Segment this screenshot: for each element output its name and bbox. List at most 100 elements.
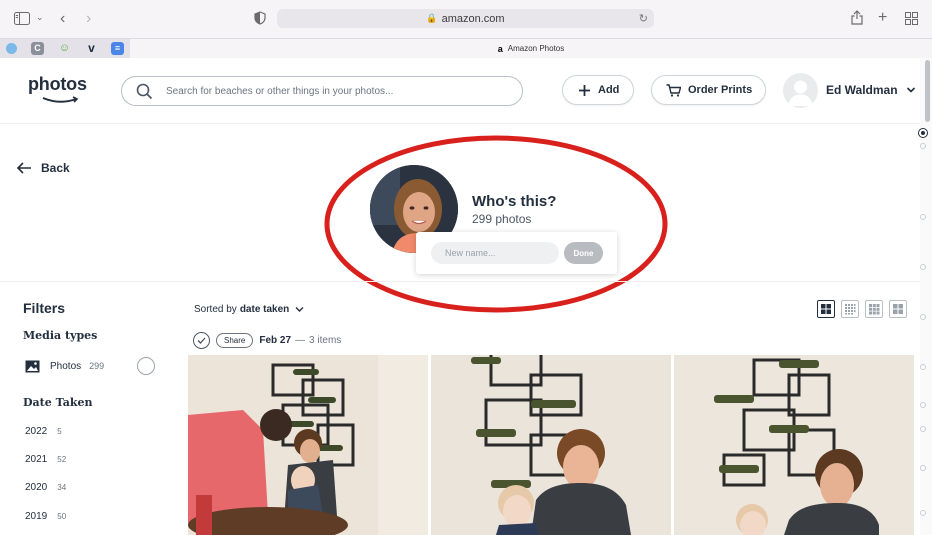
media-label: Photos bbox=[50, 360, 82, 372]
reload-icon[interactable]: ↻ bbox=[639, 12, 648, 25]
tab-amazon-photos[interactable]: a Amazon Photos bbox=[130, 39, 932, 58]
timeline-dot[interactable] bbox=[920, 426, 926, 432]
filters-title: Filters bbox=[23, 300, 66, 316]
medium-grid-icon bbox=[869, 304, 880, 315]
media-count: 299 bbox=[89, 361, 105, 371]
timeline-dot[interactable] bbox=[920, 402, 926, 408]
view-large-grid-button[interactable] bbox=[817, 300, 835, 318]
year-filter-2021[interactable]: 2021 52 bbox=[25, 454, 66, 465]
year-filter-2019[interactable]: 2019 50 bbox=[25, 511, 66, 522]
timeline-current-marker[interactable] bbox=[919, 129, 927, 137]
browser-toolbar: ⌄ ‹ › 🔒 amazon.com ↻ + bbox=[0, 0, 932, 38]
new-name-input[interactable] bbox=[431, 242, 559, 264]
logo-smile-icon bbox=[42, 96, 79, 103]
add-label: Add bbox=[598, 84, 620, 96]
year-count: 52 bbox=[57, 455, 67, 464]
timeline-dot[interactable] bbox=[920, 214, 926, 220]
date-taken-heading: Date Taken bbox=[23, 396, 93, 409]
user-menu[interactable]: Ed Waldman bbox=[783, 71, 916, 109]
year-filter-2022[interactable]: 2022 5 bbox=[25, 426, 62, 437]
timeline-dot[interactable] bbox=[920, 314, 926, 320]
year-label: 2020 bbox=[25, 482, 48, 493]
photo-image bbox=[431, 355, 671, 535]
app-header: photos Add Order Prints Ed Waldman bbox=[0, 58, 932, 124]
search-bar[interactable] bbox=[121, 76, 523, 106]
favorite-vimeo-icon[interactable]: v bbox=[85, 42, 98, 55]
year-count: 34 bbox=[57, 483, 67, 492]
favorite-c-icon[interactable]: C bbox=[31, 42, 44, 55]
plus-icon bbox=[579, 84, 590, 96]
done-button[interactable]: Done bbox=[564, 242, 603, 264]
year-filter-2020[interactable]: 2020 34 bbox=[25, 482, 66, 493]
timeline-dot[interactable] bbox=[920, 510, 926, 516]
media-types-heading: Media types bbox=[23, 329, 98, 342]
date-item-count: 3 items bbox=[309, 334, 342, 346]
photo-thumbnail[interactable] bbox=[431, 355, 671, 535]
sort-dropdown[interactable]: Sorted by date taken bbox=[194, 304, 304, 315]
photo-thumbnail[interactable] bbox=[674, 355, 914, 535]
sidebar-toggle-icon[interactable] bbox=[14, 12, 30, 27]
forward-nav-icon[interactable]: › bbox=[86, 11, 91, 27]
favorite-docs-icon[interactable]: ≡ bbox=[111, 42, 124, 55]
photo-image bbox=[674, 355, 914, 535]
tab-overview-icon[interactable] bbox=[905, 12, 918, 27]
arrow-left-icon bbox=[17, 162, 31, 174]
year-label: 2021 bbox=[25, 454, 48, 465]
photo-icon bbox=[25, 360, 40, 372]
timeline-dot[interactable] bbox=[920, 264, 926, 270]
large-grid-icon bbox=[821, 304, 831, 314]
date-separator: — bbox=[295, 334, 306, 346]
back-button[interactable]: Back bbox=[17, 161, 70, 175]
timeline-dot[interactable] bbox=[920, 364, 926, 370]
mosaic-icon bbox=[893, 304, 903, 314]
new-tab-icon[interactable]: + bbox=[878, 10, 887, 26]
order-prints-button[interactable]: Order Prints bbox=[651, 75, 766, 105]
small-grid-icon bbox=[845, 304, 856, 315]
search-input[interactable] bbox=[166, 83, 506, 100]
year-count: 50 bbox=[57, 512, 67, 521]
add-button[interactable]: Add bbox=[562, 75, 634, 105]
media-filter-photos[interactable]: Photos 299 bbox=[25, 357, 157, 375]
check-icon bbox=[197, 337, 206, 344]
year-label: 2019 bbox=[25, 511, 48, 522]
logo-text: photos bbox=[28, 74, 87, 94]
year-label: 2022 bbox=[25, 426, 48, 437]
select-group-checkbox[interactable] bbox=[193, 331, 210, 349]
person-photo-count: 299 photos bbox=[472, 212, 532, 226]
media-select-radio[interactable] bbox=[137, 357, 155, 375]
photo-image bbox=[188, 355, 428, 535]
view-small-grid-button[interactable] bbox=[841, 300, 859, 318]
amazon-photos-logo[interactable]: photos bbox=[28, 74, 88, 106]
timeline-dot[interactable] bbox=[920, 143, 926, 149]
favorite-globe-icon[interactable] bbox=[6, 43, 17, 54]
name-person-popover: Done bbox=[416, 232, 617, 274]
date-group-header: Share Feb 27 — 3 items bbox=[193, 331, 341, 349]
chevron-down-icon bbox=[295, 307, 304, 312]
view-medium-grid-button[interactable] bbox=[865, 300, 883, 318]
tab-strip: C ☺ v ≡ a Amazon Photos bbox=[0, 38, 932, 58]
view-mosaic-button[interactable] bbox=[889, 300, 907, 318]
search-icon bbox=[136, 83, 153, 100]
privacy-shield-icon[interactable] bbox=[254, 11, 266, 27]
sort-prefix: Sorted by bbox=[194, 304, 237, 315]
url-text: amazon.com bbox=[441, 12, 505, 25]
date-label: Feb 27 bbox=[259, 334, 292, 346]
amazon-favicon-icon: a bbox=[497, 43, 503, 54]
scrollbar-thumb[interactable] bbox=[925, 60, 930, 122]
chevron-down-icon[interactable]: ⌄ bbox=[36, 13, 44, 22]
back-nav-icon[interactable]: ‹ bbox=[60, 11, 65, 27]
cart-icon bbox=[666, 83, 681, 97]
back-label: Back bbox=[41, 161, 70, 175]
address-bar[interactable]: 🔒 amazon.com ↻ bbox=[277, 9, 654, 28]
tab-title: Amazon Photos bbox=[507, 44, 565, 53]
share-icon[interactable] bbox=[851, 10, 863, 27]
year-count: 5 bbox=[57, 427, 62, 436]
timeline-dot[interactable] bbox=[920, 465, 926, 471]
lock-icon: 🔒 bbox=[426, 13, 438, 23]
avatar bbox=[783, 72, 818, 108]
user-name: Ed Waldman bbox=[826, 83, 898, 97]
person-title: Who's this? bbox=[472, 193, 557, 210]
photo-thumbnail[interactable] bbox=[188, 355, 428, 535]
share-button[interactable]: Share bbox=[216, 332, 254, 348]
favorite-frog-icon[interactable]: ☺ bbox=[58, 42, 71, 55]
